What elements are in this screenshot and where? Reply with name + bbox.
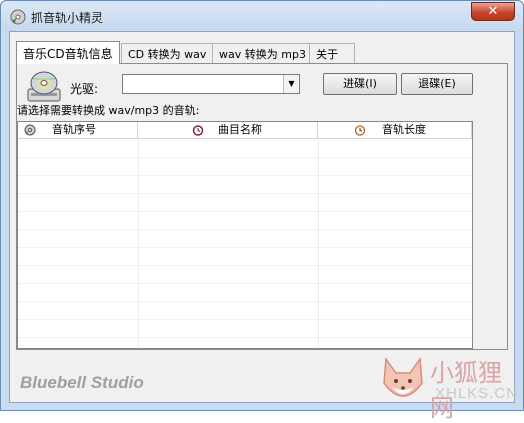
cd-drive-icon: [27, 71, 61, 102]
tab-wav-to-mp3[interactable]: wav 转换为 mp3: [212, 43, 313, 63]
window-title: 抓音轨小精灵: [31, 11, 104, 25]
select-tracks-prompt: 请选择需要转换成 wav/mp3 的音轨:: [17, 104, 200, 117]
eject-disc-button[interactable]: 退碟(E): [401, 73, 473, 95]
table-row: [18, 320, 472, 338]
tab-cd-track-info[interactable]: 音乐CD音轨信息: [16, 41, 120, 64]
track-list[interactable]: 音轨序号 曲目名称 音轨长度: [17, 121, 473, 356]
tab-cd-to-wav[interactable]: CD 转换为 wav: [121, 43, 214, 63]
table-row: [18, 248, 472, 266]
column-track-number[interactable]: 音轨序号: [18, 122, 138, 139]
load-disc-button[interactable]: 进碟(I): [323, 73, 397, 95]
studio-brand: Bluebell Studio: [20, 373, 144, 392]
clock-icon: [354, 125, 366, 136]
tab-panel-cd-track-info: 光驱: ▼ 进碟(I) 退碟(E) 请选择需要转换成 wav/mp3 的音轨:: [16, 63, 508, 356]
app-icon: [10, 9, 26, 25]
drive-label: 光驱:: [70, 82, 99, 96]
alarm-clock-icon: [192, 125, 204, 136]
disc-icon: [24, 124, 36, 136]
table-row: [18, 140, 472, 158]
close-button[interactable]: ✕: [471, 2, 515, 21]
column-track-title[interactable]: 曲目名称: [138, 122, 318, 139]
column-track-length[interactable]: 音轨长度: [318, 122, 472, 139]
table-row: [18, 230, 472, 248]
tab-about[interactable]: 关于: [309, 43, 355, 63]
title-bar[interactable]: 抓音轨小精灵 ✕: [1, 1, 523, 31]
client-area: 音乐CD音轨信息 CD 转换为 wav wav 转换为 mp3 关于 光驱: ▼…: [9, 31, 515, 403]
table-row: [18, 194, 472, 212]
table-row: [18, 176, 472, 194]
track-list-header: 音轨序号 曲目名称 音轨长度: [18, 122, 472, 139]
table-row: [18, 266, 472, 284]
table-row: [18, 158, 472, 176]
table-row: [18, 302, 472, 320]
drive-select[interactable]: ▼: [122, 74, 300, 94]
app-window: 抓音轨小精灵 ✕ 音乐CD音轨信息 CD 转换为 wav wav 转换为 mp3…: [0, 0, 524, 422]
table-row: [18, 212, 472, 230]
close-icon: ✕: [487, 4, 499, 19]
track-rows: [18, 140, 472, 356]
chevron-down-icon[interactable]: ▼: [283, 75, 299, 93]
table-row: [18, 284, 472, 302]
watermark: 小狐狸网 XHLKS.CN: [378, 351, 524, 422]
fox-logo-icon: [383, 356, 423, 397]
watermark-en: XHLKS.CN: [435, 385, 519, 402]
